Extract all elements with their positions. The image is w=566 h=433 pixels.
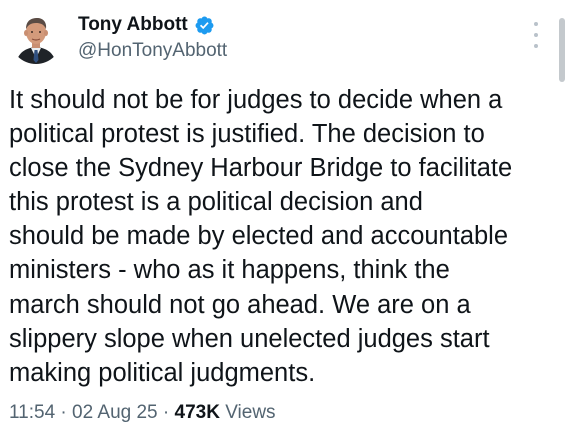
tweet-text-line: It should not be for judges to decide wh… xyxy=(9,86,503,114)
avatar-image xyxy=(10,12,62,64)
meta-separator: · xyxy=(60,402,67,423)
tweet-text-line: slippery slope when unelected judges sta… xyxy=(9,324,490,353)
author-name[interactable]: Tony Abbott xyxy=(78,14,188,36)
more-vertical-icon-dot xyxy=(534,22,538,26)
tweet-text-line: should be made by elected and accountabl… xyxy=(9,222,509,251)
tweet-card: Tony Abbott @HonTonyAbbott It should not… xyxy=(0,0,566,433)
tweet-date[interactable]: 02 Aug 25 xyxy=(72,402,158,423)
views-label: Views xyxy=(225,402,276,423)
tweet-text-line: this protest is a political decision and xyxy=(9,188,423,217)
tweet-text: It should not be for judges to decide wh… xyxy=(9,83,554,390)
author-name-row: Tony Abbott xyxy=(78,12,215,38)
more-vertical-icon-dot xyxy=(534,33,538,37)
more-vertical-icon-dot xyxy=(534,44,538,48)
tweet-text-line: political protest is justified. The deci… xyxy=(9,120,485,149)
verified-badge-icon xyxy=(194,15,215,36)
tweet-text-line: close the Sydney Harbour Bridge to facil… xyxy=(9,154,513,183)
more-options-button[interactable] xyxy=(528,22,544,48)
tweet-meta: 11:54 · 02 Aug 25 · 473K Views xyxy=(9,402,276,424)
tweet-time[interactable]: 11:54 xyxy=(9,402,55,423)
views-count: 473K xyxy=(174,402,220,423)
tweet-text-line: ministers - who as it happens, think the xyxy=(9,256,450,285)
avatar[interactable] xyxy=(10,12,62,64)
author-handle[interactable]: @HonTonyAbbott xyxy=(78,40,227,62)
scrollbar[interactable] xyxy=(559,18,565,82)
tweet-text-line: march should not go ahead. We are on a xyxy=(9,290,471,319)
meta-separator: · xyxy=(162,402,170,423)
tweet-text-line: making political judgments. xyxy=(9,358,316,387)
